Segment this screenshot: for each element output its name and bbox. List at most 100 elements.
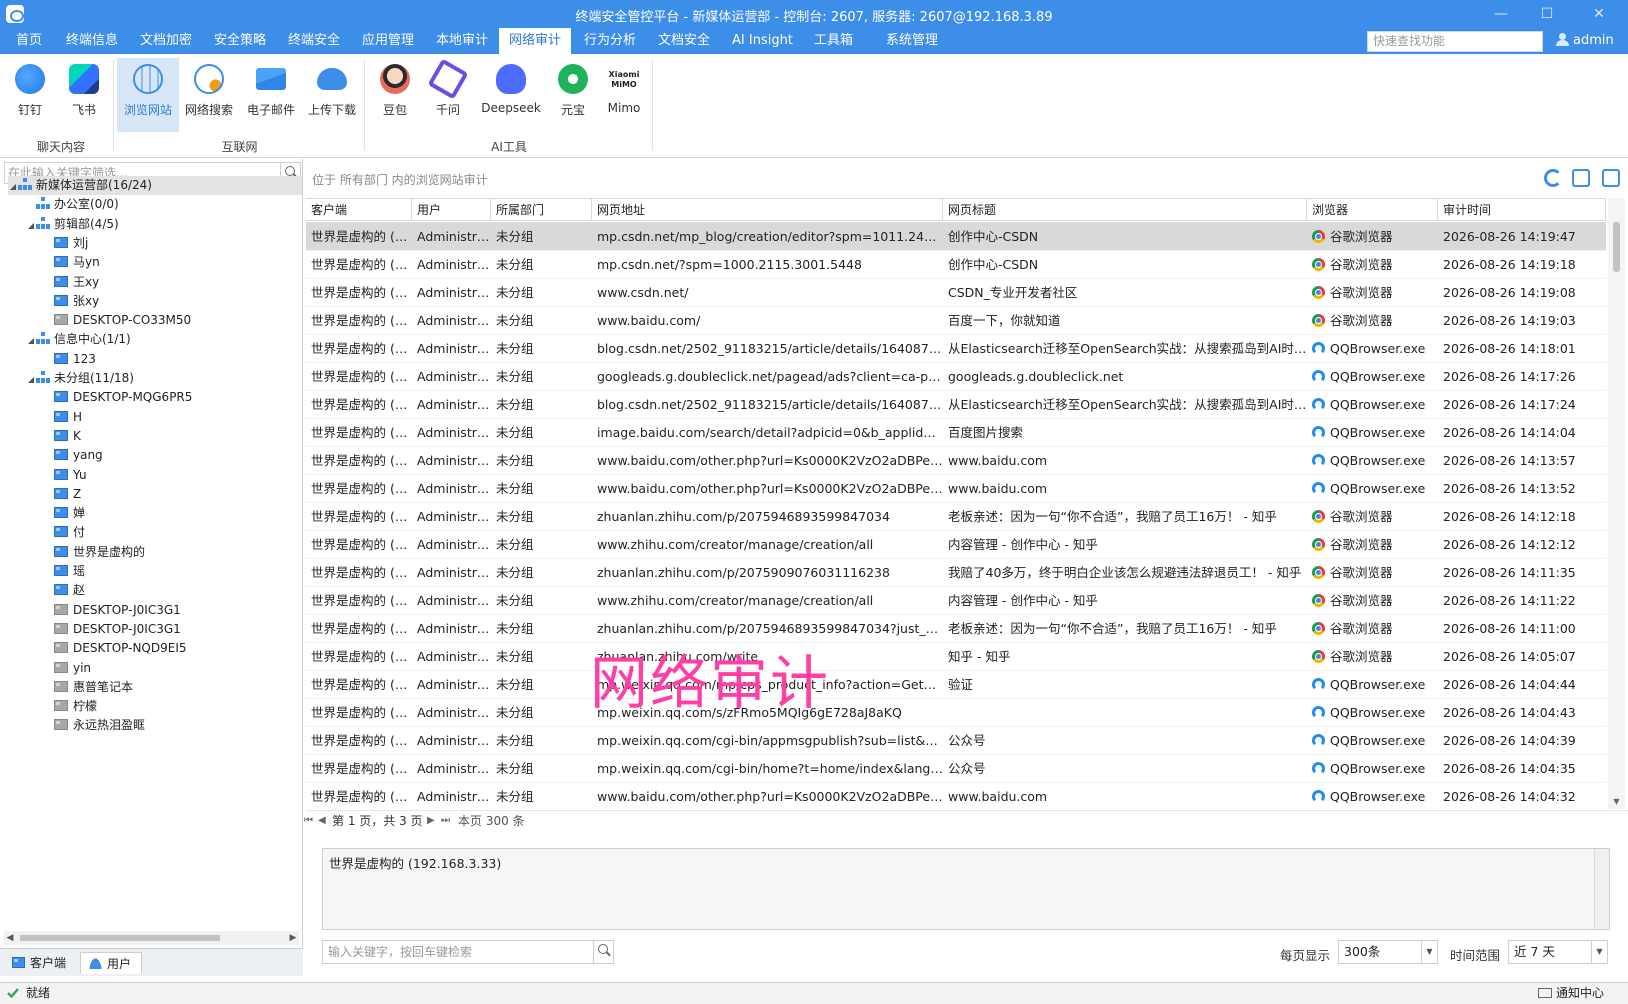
tree-node-terminal[interactable]: 张xy [44,292,99,311]
ribbon-button-email[interactable]: 电子邮件 [243,58,299,132]
table-row[interactable]: 世界是虚构的 (1... Administra... 未分组 zhuanlan.zhi… [306,642,1606,671]
table-row[interactable]: 世界是虚构的 (1... Administra... 未分组 blog.csdn.ne… [306,390,1606,419]
ribbon-button-web-search[interactable]: 网络搜索 [181,58,237,132]
table-row[interactable]: 世界是虚构的 (1... Administra... 未分组 www.zhihu.co… [306,530,1606,559]
tree-node-terminal[interactable]: K [44,427,81,446]
column-header-audit-time[interactable]: 审计时间 [1438,199,1606,221]
table-row[interactable]: 世界是虚构的 (1... Administra... 未分组 www.csdn.net… [306,278,1606,307]
tree-node-terminal[interactable]: 惠普笔记本 [44,678,133,697]
menu-item-terminal-security[interactable]: 终端安全 [278,28,350,54]
tree-node-department[interactable]: ◢ 剪辑部(4/5) [26,215,119,234]
menu-item-doc-encrypt[interactable]: 文档加密 [130,28,202,54]
tree-node-terminal[interactable]: 123 [44,350,96,369]
tab-user[interactable]: 用户 [80,952,143,974]
menu-item-home[interactable]: 首页 [6,28,52,54]
tree-node-terminal[interactable]: Yu [44,466,87,485]
scrollbar-thumb[interactable] [20,935,220,941]
first-page-icon[interactable]: ⏮ [304,811,313,831]
table-row[interactable]: 世界是虚构的 (1... Administra... 未分组 mp.weixin.qq… [306,698,1606,727]
tree-node-terminal[interactable]: 婵 [44,504,85,523]
keyword-search-input[interactable]: 输入关键字，按回车键检索 [322,940,614,964]
share-icon[interactable] [1602,169,1620,187]
tree-node-terminal[interactable]: H [44,408,82,427]
search-icon[interactable] [593,941,613,963]
collapse-toggle-icon[interactable]: ◢ [8,177,18,196]
menu-item-toolbox[interactable]: 工具箱 [804,28,863,54]
tree-node-terminal[interactable]: 王xy [44,273,99,292]
ribbon-button-upload-download[interactable]: 上传下载 [304,58,360,132]
table-row[interactable]: 世界是虚构的 (1... Administra... 未分组 www.baidu.co… [306,306,1606,335]
last-page-icon[interactable]: ⏭ [441,811,450,831]
ribbon-button-doubao[interactable]: 豆包 [376,58,414,132]
tree-node-terminal[interactable]: yin [44,659,91,678]
ribbon-button-yuanbao[interactable]: 元宝 [553,58,593,132]
export-icon[interactable] [1572,169,1590,187]
tab-client[interactable]: 客户端 [4,952,76,974]
tree-node-terminal[interactable]: DESKTOP-CO33M50 [44,311,191,330]
ribbon-button-qianwen[interactable]: 千问 [427,58,469,132]
collapse-toggle-icon[interactable]: ◢ [26,216,36,235]
tree-node-terminal[interactable]: 赵 [44,581,85,600]
next-page-icon[interactable]: ▶ [427,811,435,831]
menu-item-app-management[interactable]: 应用管理 [352,28,424,54]
tree-node-terminal[interactable]: Z [44,485,81,504]
column-header-client[interactable]: 客户端 [306,199,412,221]
table-row[interactable]: 世界是虚构的 (1... Administra... 未分组 image.baidu.… [306,418,1606,447]
tree-node-department[interactable]: ◢ 未分组(11/18) [26,369,134,388]
tree-node-terminal[interactable]: 永远热泪盈眶 [44,716,145,735]
per-page-select[interactable]: 300条 ▼ [1338,940,1438,964]
menu-item-local-audit[interactable]: 本地审计 [426,28,498,54]
scrollbar-thumb[interactable] [1613,222,1620,272]
tree-horizontal-scrollbar[interactable]: ◀ ▶ [4,931,299,945]
tree-node-terminal[interactable]: 付 [44,523,85,542]
tree-node-terminal[interactable]: 瑶 [44,562,85,581]
menu-item-terminal-info[interactable]: 终端信息 [56,28,128,54]
detail-scrollbar[interactable] [1594,849,1609,929]
tree-node-department[interactable]: ◢ 信息中心(1/1) [26,330,131,349]
column-header-department[interactable]: 所属部门 [491,199,592,221]
table-row[interactable]: 世界是虚构的 (1... Administra... 未分组 zhuanlan.zhi… [306,558,1606,587]
menu-item-system-management[interactable]: 系统管理 [876,28,948,54]
notification-center-button[interactable]: 通知中心 [1556,983,1604,1003]
collapse-toggle-icon[interactable]: ◢ [26,331,36,350]
collapse-toggle-icon[interactable]: ◢ [26,370,36,389]
tree-node-terminal[interactable]: DESKTOP-NQD9EI5 [44,639,187,658]
tree-node-terminal[interactable]: DESKTOP-MQG6PR5 [44,388,192,407]
column-header-user[interactable]: 用户 [412,199,491,221]
table-row[interactable]: 世界是虚构的 (1... Administra... 未分组 mp.csdn.net/… [306,250,1606,279]
table-row[interactable]: 世界是虚构的 (1... Administra... 未分组 mp.weixin.qq… [306,754,1606,783]
tree-node-terminal[interactable]: yang [44,446,103,465]
table-row[interactable]: 世界是虚构的 (1... Administra... 未分组 mp.csdn.net/… [306,222,1606,251]
column-header-browser[interactable]: 浏览器 [1307,199,1438,221]
ribbon-button-deepseek[interactable]: Deepseek [479,58,543,132]
menu-item-security-policy[interactable]: 安全策略 [204,28,276,54]
time-range-select[interactable]: 近 7 天 ▼ [1508,940,1608,964]
tree-node-terminal[interactable]: DESKTOP-J0IC3G1 [44,620,181,639]
ribbon-button-browse-web[interactable]: 浏览网站 [117,58,179,132]
table-row[interactable]: 世界是虚构的 (1... Administra... 未分组 www.baidu.co… [306,446,1606,475]
menu-item-behavior-analysis[interactable]: 行为分析 [574,28,646,54]
prev-page-icon[interactable]: ◀ [318,811,326,831]
scroll-left-icon[interactable]: ◀ [4,931,16,945]
column-header-page-title[interactable]: 网页标题 [943,199,1307,221]
menu-item-network-audit[interactable]: 网络审计 [499,28,572,54]
table-row[interactable]: 世界是虚构的 (1... Administra... 未分组 googleads.g.… [306,362,1606,391]
quick-search-input[interactable]: 快速查找功能 [1367,31,1543,52]
table-row[interactable]: 世界是虚构的 (1... Administra... 未分组 mp.weixin.qq… [306,670,1606,699]
table-row[interactable]: 世界是虚构的 (1... Administra... 未分组 zhuanlan.zhi… [306,614,1606,643]
ribbon-button-feishu[interactable]: 飞书 [64,58,104,132]
table-row[interactable]: 世界是虚构的 (1... Administra... 未分组 www.baidu.co… [306,474,1606,503]
tree-node-department[interactable]: 办公室(0/0) [26,195,119,214]
ribbon-button-mimo[interactable]: Xiaomi MiMO Mimo [602,58,646,132]
refresh-icon[interactable] [1544,169,1562,187]
menu-item-doc-security[interactable]: 文档安全 [648,28,720,54]
scroll-right-icon[interactable]: ▶ [287,931,299,945]
tree-node-terminal[interactable]: 世界是虚构的 [44,543,145,562]
table-vertical-scrollbar[interactable]: ▲ ▼ [1608,198,1625,809]
tree-node-terminal[interactable]: 马yn [44,253,100,272]
user-menu[interactable]: admin [1556,33,1614,51]
tree-node-terminal[interactable]: 柠檬 [44,697,97,716]
column-header-url[interactable]: 网页地址 [592,199,943,221]
tree-node-department[interactable]: ◢ 新媒体运营部(16/24) [8,176,302,195]
table-row[interactable]: 世界是虚构的 (1... Administra... 未分组 blog.csdn.ne… [306,334,1606,363]
